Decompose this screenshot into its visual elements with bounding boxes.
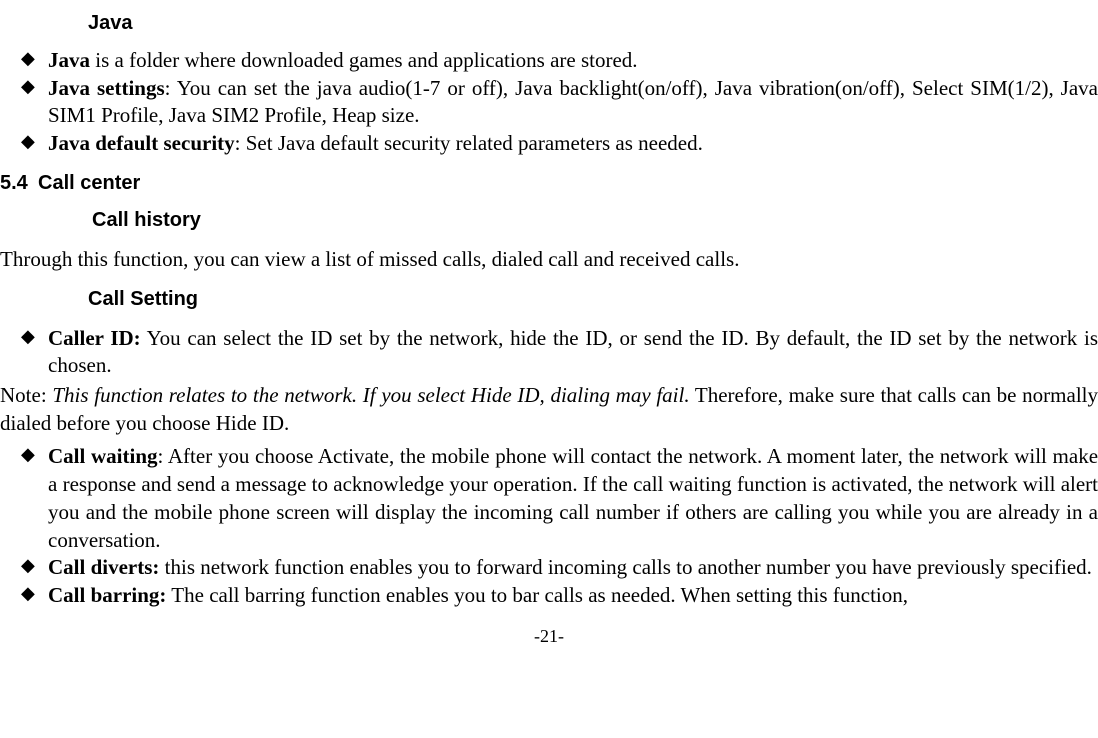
section-heading: 5.4Call center xyxy=(0,172,1098,195)
term: Caller ID: xyxy=(48,326,141,350)
note-italic: This function relates to the network. If… xyxy=(52,383,689,407)
list-item: ◆ Java default security: Set Java defaul… xyxy=(0,130,1098,158)
subheading-call-setting: Call Setting xyxy=(88,288,1098,311)
term: Java default security xyxy=(48,131,235,155)
term-rest: this network function enables you to for… xyxy=(159,555,1092,579)
section-number: 5.4 xyxy=(0,172,38,195)
term-rest: : You can set the java audio(1-7 or off)… xyxy=(48,76,1098,128)
page-number: -21- xyxy=(0,626,1098,647)
list-item: ◆ Java settings: You can set the java au… xyxy=(0,75,1098,130)
term: Java xyxy=(48,48,90,72)
list-item: ◆ Call waiting: After you choose Activat… xyxy=(0,443,1098,554)
note-prefix: Note: xyxy=(0,383,52,407)
note-paragraph: Note: This function relates to the netwo… xyxy=(0,382,1098,437)
term: Java settings xyxy=(48,76,165,100)
term-rest: is a folder where downloaded games and a… xyxy=(90,48,638,72)
term-rest: The call barring function enables you to… xyxy=(166,583,908,607)
document-page: Java ◆ Java is a folder where downloaded… xyxy=(0,12,1098,647)
diamond-bullet-icon: ◆ xyxy=(21,556,35,574)
section-title: Call center xyxy=(38,172,140,194)
diamond-bullet-icon: ◆ xyxy=(21,445,35,463)
term-rest: : After you choose Activate, the mobile … xyxy=(48,444,1098,551)
call-setting-bullet-list-2: ◆ Call waiting: After you choose Activat… xyxy=(0,443,1098,609)
term-rest: You can select the ID set by the network… xyxy=(48,326,1098,378)
term: Call barring: xyxy=(48,583,166,607)
list-item: ◆ Caller ID: You can select the ID set b… xyxy=(0,325,1098,380)
term-rest: : Set Java default security related para… xyxy=(235,131,703,155)
diamond-bullet-icon: ◆ xyxy=(21,49,35,67)
list-item: ◆ Java is a folder where downloaded game… xyxy=(0,47,1098,75)
list-item: ◆ Call diverts: this network function en… xyxy=(0,554,1098,582)
term: Call diverts: xyxy=(48,555,159,579)
java-bullet-list: ◆ Java is a folder where downloaded game… xyxy=(0,47,1098,158)
call-setting-bullet-list-1: ◆ Caller ID: You can select the ID set b… xyxy=(0,325,1098,380)
diamond-bullet-icon: ◆ xyxy=(21,327,35,345)
term: Call waiting xyxy=(48,444,158,468)
call-history-body: Through this function, you can view a li… xyxy=(0,246,1098,274)
diamond-bullet-icon: ◆ xyxy=(21,132,35,150)
subheading-call-history: Call history xyxy=(92,209,1098,232)
diamond-bullet-icon: ◆ xyxy=(21,77,35,95)
diamond-bullet-icon: ◆ xyxy=(21,584,35,602)
list-item: ◆ Call barring: The call barring functio… xyxy=(0,582,1098,610)
heading-java: Java xyxy=(88,12,1098,35)
